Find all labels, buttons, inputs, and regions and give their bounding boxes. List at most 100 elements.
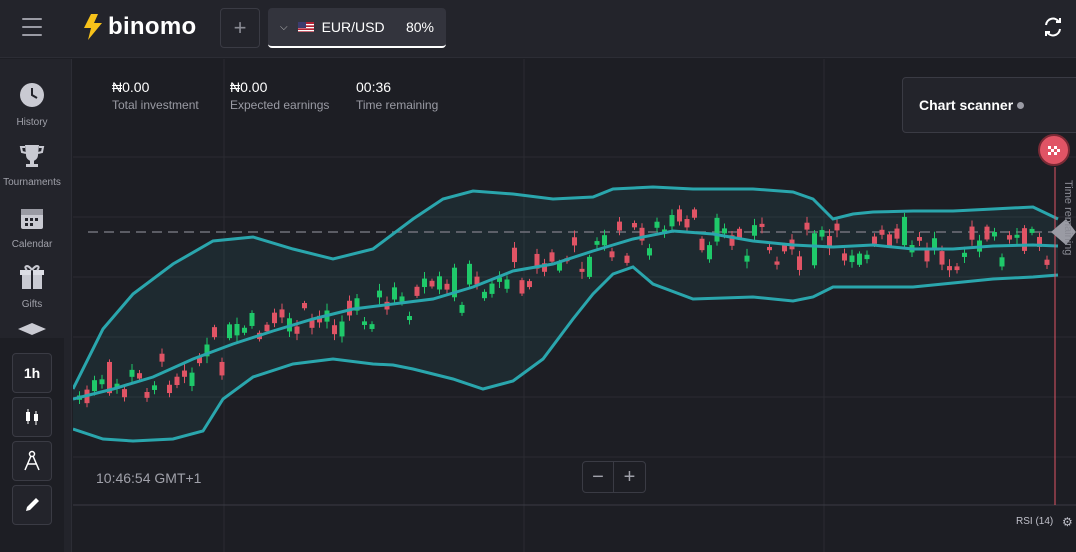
candle-body bbox=[392, 287, 397, 300]
candle-body bbox=[894, 228, 900, 239]
candle-body bbox=[144, 391, 150, 398]
remaining-value: 00:36 bbox=[356, 79, 392, 95]
scanner-label: Chart scanner bbox=[919, 97, 1014, 113]
sidebar-item-label: Gifts bbox=[21, 299, 43, 310]
graduation-icon[interactable] bbox=[16, 321, 48, 337]
candle-body bbox=[684, 219, 690, 228]
candle-body bbox=[369, 324, 375, 329]
candle-body bbox=[947, 266, 952, 271]
candle-body bbox=[219, 361, 225, 376]
candle-body bbox=[819, 230, 825, 237]
menu-icon[interactable] bbox=[22, 18, 42, 36]
sidebar-item-tournaments[interactable]: Tournaments bbox=[0, 143, 64, 188]
candle-body bbox=[572, 237, 577, 246]
candle-body bbox=[407, 316, 412, 321]
candle-body bbox=[932, 238, 937, 249]
sidebar-item-gifts[interactable]: Gifts bbox=[0, 263, 64, 310]
remaining-label: Time remaining bbox=[356, 98, 439, 112]
candle-body bbox=[489, 283, 495, 294]
time-remaining: 00:36 Time remaining bbox=[356, 79, 438, 112]
candle-body bbox=[594, 241, 600, 245]
candle-body bbox=[864, 254, 870, 260]
candle-body bbox=[1044, 259, 1050, 265]
candle-body bbox=[917, 237, 922, 241]
logo[interactable]: binomo bbox=[84, 13, 196, 41]
candle-body bbox=[174, 376, 180, 385]
candle-body bbox=[1022, 228, 1027, 251]
candle-body bbox=[294, 326, 300, 334]
candle-body bbox=[422, 278, 427, 288]
candle-body bbox=[774, 261, 780, 265]
timeframe-label: 1h bbox=[23, 365, 41, 381]
candle-body bbox=[429, 280, 435, 287]
candle-body bbox=[692, 209, 697, 218]
brand-name: binomo bbox=[108, 13, 197, 40]
candle-body bbox=[512, 247, 517, 263]
candle-body bbox=[722, 228, 727, 234]
drawing-button[interactable] bbox=[12, 485, 52, 525]
candle-body bbox=[279, 309, 285, 318]
finish-flag-icon[interactable] bbox=[1038, 134, 1070, 166]
candle-body bbox=[767, 246, 772, 251]
add-asset-button[interactable]: + bbox=[220, 8, 260, 48]
candle-body bbox=[984, 226, 990, 240]
zoom-control: − + bbox=[582, 461, 646, 493]
chart-type-button[interactable] bbox=[12, 397, 52, 437]
candle-body bbox=[707, 245, 712, 260]
asset-selector[interactable]: ⌵ EUR/USD 80% bbox=[268, 8, 446, 48]
candle-body bbox=[467, 263, 472, 285]
candle-body bbox=[444, 283, 450, 290]
top-bar: binomo + ⌵ EUR/USD 80% bbox=[0, 0, 1076, 58]
candle-body bbox=[159, 353, 165, 362]
sidebar-item-history[interactable]: History bbox=[0, 81, 64, 128]
indicators-button[interactable] bbox=[12, 441, 52, 481]
candle-body bbox=[92, 380, 97, 392]
flag-icon bbox=[297, 22, 314, 32]
candle-body bbox=[212, 327, 217, 338]
candle-body bbox=[549, 252, 555, 262]
refresh-icon[interactable] bbox=[1042, 16, 1064, 38]
chart-scanner-button[interactable]: Chart scanner bbox=[902, 77, 1076, 133]
candle-body bbox=[752, 225, 757, 236]
investment-value: ₦0.00 bbox=[112, 79, 150, 95]
zoom-in-button[interactable]: + bbox=[614, 462, 645, 492]
candle-body bbox=[234, 324, 240, 336]
candle-body bbox=[482, 291, 487, 299]
candle-body bbox=[812, 233, 817, 266]
timeframe-button[interactable]: 1h bbox=[12, 353, 52, 393]
candle-body bbox=[887, 234, 892, 246]
candle-body bbox=[939, 251, 945, 265]
candle-body bbox=[309, 320, 315, 328]
trophy-icon bbox=[19, 145, 45, 167]
candle-body bbox=[602, 235, 607, 246]
rsi-indicator-label[interactable]: RSI (14) bbox=[1016, 516, 1053, 527]
pencil-icon bbox=[26, 498, 39, 511]
candle-body bbox=[242, 327, 247, 333]
candle-body bbox=[669, 215, 675, 227]
candle-body bbox=[519, 280, 525, 294]
candle-body bbox=[137, 373, 142, 379]
candle-body bbox=[879, 229, 885, 235]
server-clock: 10:46:54 GMT+1 bbox=[96, 470, 202, 486]
gear-icon[interactable]: ⚙ bbox=[1062, 515, 1073, 529]
candle-body bbox=[332, 325, 337, 335]
earnings-value: ₦0.00 bbox=[230, 79, 268, 95]
candle-body bbox=[969, 226, 975, 240]
candle-body bbox=[1029, 228, 1035, 233]
bolt-icon bbox=[84, 14, 102, 40]
candle-body bbox=[782, 245, 787, 252]
sidebar-item-label: History bbox=[16, 117, 48, 128]
candle-body bbox=[842, 253, 847, 261]
candle-body bbox=[954, 266, 960, 271]
candle-body bbox=[737, 228, 742, 239]
candle-body bbox=[527, 281, 532, 288]
sidebar-item-calendar[interactable]: Calendar bbox=[0, 205, 64, 250]
sidebar-item-label: Tournaments bbox=[3, 177, 61, 188]
candle-body bbox=[504, 279, 510, 289]
zoom-out-button[interactable]: − bbox=[583, 462, 615, 492]
candle-body bbox=[249, 312, 255, 326]
candle-body bbox=[152, 385, 157, 390]
candle-body bbox=[857, 253, 862, 265]
candle-body bbox=[699, 238, 705, 251]
candle-body bbox=[189, 372, 195, 386]
